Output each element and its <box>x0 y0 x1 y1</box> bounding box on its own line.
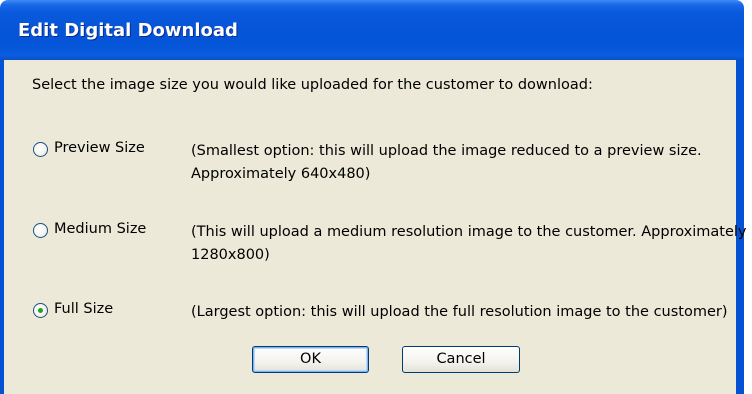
preview-size-radio[interactable] <box>33 142 48 157</box>
preview-size-description: (Smallest option: this will upload the i… <box>191 143 702 182</box>
title-bar[interactable]: Edit Digital Download <box>0 0 744 60</box>
dialog-body: Select the image size you would like upl… <box>4 60 746 394</box>
dialog-title: Edit Digital Download <box>18 20 238 41</box>
instruction-text: Select the image size you would like upl… <box>32 77 593 93</box>
full-size-description: (Largest option: this will upload the fu… <box>191 304 728 320</box>
radio-selected-dot <box>38 308 43 313</box>
ok-button[interactable]: OK <box>252 346 369 373</box>
medium-size-description: (This will upload a medium resolution im… <box>191 224 747 263</box>
medium-size-radio[interactable] <box>33 223 48 238</box>
full-size-radio[interactable] <box>33 303 48 318</box>
medium-size-label[interactable]: Medium Size <box>54 221 146 237</box>
cancel-button[interactable]: Cancel <box>402 346 520 373</box>
preview-size-label[interactable]: Preview Size <box>54 140 145 156</box>
edit-digital-download-dialog: Edit Digital Download Select the image s… <box>0 0 752 394</box>
full-size-label[interactable]: Full Size <box>54 301 113 317</box>
